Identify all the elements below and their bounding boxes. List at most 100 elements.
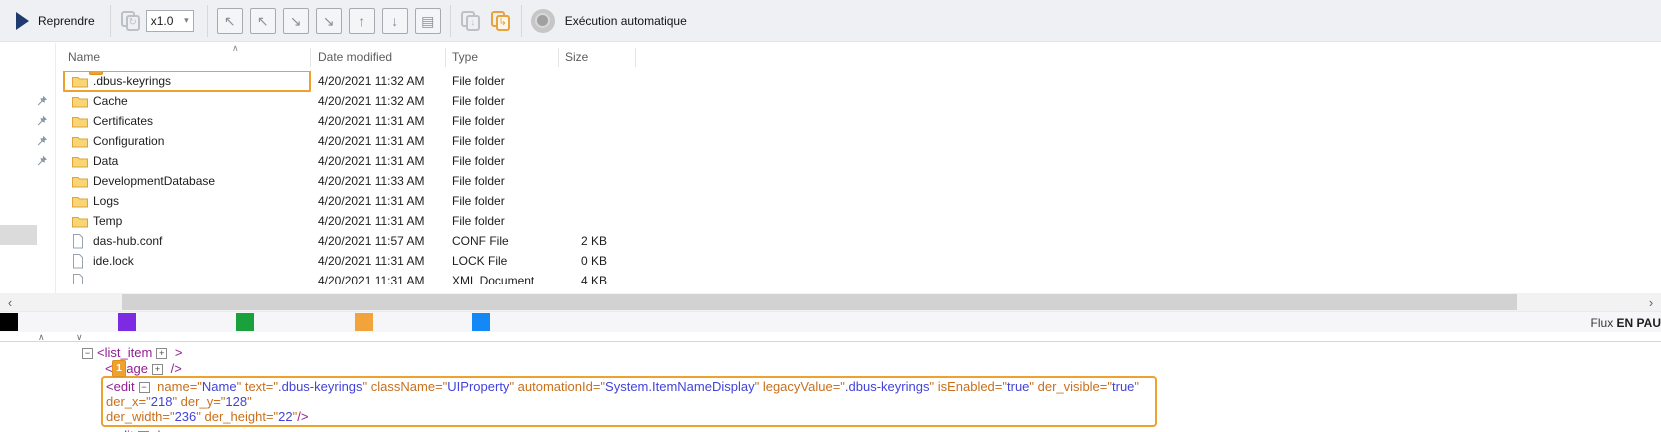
table-row[interactable]: Certificates4/20/2021 11:31 AMFile folde…	[0, 111, 1661, 131]
collapse-toggle-icon[interactable]: −	[82, 348, 93, 359]
pages-redirect-active-icon[interactable]: ↳	[490, 10, 512, 32]
collapse-toggle-icon[interactable]: −	[139, 382, 150, 393]
table-row[interactable]: Cache4/20/2021 11:32 AMFile folder	[0, 91, 1661, 111]
file-date: 4/20/2021 11:32 AM	[318, 74, 452, 88]
column-divider[interactable]	[445, 48, 446, 67]
jump-forward-button[interactable]: ↘	[283, 8, 309, 34]
column-header-name[interactable]: Name	[68, 50, 100, 64]
timeline-marker[interactable]	[236, 313, 254, 331]
file-date: 4/20/2021 11:31 AM	[318, 114, 452, 128]
pin-icon[interactable]	[36, 95, 48, 107]
file-date: 4/20/2021 11:31 AM	[318, 194, 452, 208]
file-type: File folder	[452, 134, 565, 148]
table-row[interactable]: .dbus-keyrings4/20/2021 11:32 AMFile fol…	[0, 71, 1661, 91]
file-type: CONF File	[452, 234, 565, 248]
attr-value: true	[1112, 379, 1134, 394]
folder-icon	[55, 195, 92, 208]
table-row[interactable]: Data4/20/2021 11:31 AMFile folder	[0, 151, 1661, 171]
column-header-size[interactable]: Size	[565, 50, 588, 64]
tree-node[interactable]: <image+ />1	[105, 362, 1661, 376]
left-scrollbar-fragment[interactable]	[0, 225, 37, 245]
file-date: 4/20/2021 11:31 AM	[318, 134, 452, 148]
table-row[interactable]: Temp4/20/2021 11:31 AMFile folder	[0, 211, 1661, 231]
toolbar-separator	[521, 5, 522, 37]
file-icon	[55, 254, 92, 269]
document-icon: ▤	[421, 14, 434, 28]
app-window: Reprendre ↻ x1.0 ▾ ↖ ↖ ↘ ↘ ↑ ↓ ▤ ↓ ↳ Exécution…	[0, 0, 1661, 432]
timeline-marker[interactable]	[355, 313, 373, 331]
expand-toggle-icon[interactable]: +	[156, 348, 167, 359]
tag-close: >	[171, 345, 182, 360]
tag-open: <edit	[105, 428, 134, 432]
tag-close: />	[297, 409, 308, 424]
horizontal-scrollbar[interactable]: ‹ ›	[0, 293, 1661, 311]
table-row[interactable]: Configuration4/20/2021 11:31 AMFile fold…	[0, 131, 1661, 151]
attr-name: name="	[154, 379, 202, 394]
scroll-right-icon[interactable]: ›	[1641, 293, 1661, 311]
scroll-left-icon[interactable]: ‹	[0, 293, 20, 311]
attr-name: text="	[241, 379, 278, 394]
pin-icon[interactable]	[36, 115, 48, 127]
jump-forward-icon: ↘	[290, 14, 302, 28]
jump-back-icon: ↖	[257, 14, 269, 28]
attr-name: automationId="	[514, 379, 605, 394]
toolbar-separator	[450, 5, 451, 37]
pin-icon[interactable]	[36, 155, 48, 167]
file-explorer-pane: ∧ Name Date modified Type Size .dbus-key…	[0, 43, 1661, 293]
column-divider[interactable]	[635, 48, 636, 67]
column-header-date[interactable]: Date modified	[318, 50, 392, 64]
toolbar-separator	[207, 5, 208, 37]
file-size: 0 KB	[565, 254, 617, 268]
table-row[interactable]: 4/20/2021 11:31 AMXML Document4 KB	[0, 271, 1661, 284]
pages-forward-icon[interactable]: ↓	[460, 10, 482, 32]
move-up-button[interactable]: ↑	[349, 8, 375, 34]
resume-button[interactable]: Reprendre	[10, 8, 101, 34]
jump-back-small-button[interactable]: ↖	[217, 8, 243, 34]
tree-node[interactable]: −<list_item + >	[78, 346, 1661, 360]
pin-cell	[0, 135, 55, 147]
tag-close: />	[153, 428, 168, 432]
scrollbar-thumb[interactable]	[122, 294, 1517, 310]
timeline-marker[interactable]	[472, 313, 490, 331]
document-button[interactable]: ▤	[415, 8, 441, 34]
table-row[interactable]: Logs4/20/2021 11:31 AMFile folder	[0, 191, 1661, 211]
sort-ascending-icon: ∧	[232, 43, 239, 54]
highlighted-tree-node[interactable]: <edit− name="Name" text=".dbus-keyrings"…	[101, 376, 1157, 427]
attr-value: .dbus-keyrings	[845, 379, 930, 394]
column-divider[interactable]	[310, 48, 311, 67]
rerun-page-icon[interactable]: ↻	[120, 10, 142, 32]
timeline-marker[interactable]	[118, 313, 136, 331]
file-date: 4/20/2021 11:57 AM	[318, 234, 452, 248]
file-type: File folder	[452, 74, 565, 88]
column-divider[interactable]	[558, 48, 559, 67]
move-down-button[interactable]: ↓	[382, 8, 408, 34]
file-size: 4 KB	[565, 274, 617, 284]
expand-toggle-icon[interactable]: +	[152, 364, 163, 375]
pin-icon[interactable]	[36, 135, 48, 147]
auto-exec-label: Exécution automatique	[565, 14, 687, 28]
table-row[interactable]: das-hub.conf4/20/2021 11:57 AMCONF File2…	[0, 231, 1661, 251]
column-header-type[interactable]: Type	[452, 50, 478, 64]
auto-exec-record-icon[interactable]	[531, 9, 555, 33]
clipped-row[interactable]: 4/20/2021 11:31 AMXML Document4 KB	[0, 271, 1661, 284]
toolbar-separator	[110, 5, 111, 37]
attr-name: className="	[367, 379, 447, 394]
table-row[interactable]: ide.lock4/20/2021 11:31 AMLOCK File0 KB	[0, 251, 1661, 271]
folder-icon	[55, 115, 92, 128]
move-up-icon: ↑	[358, 14, 365, 28]
file-name: Certificates	[92, 114, 318, 128]
file-name: Temp	[92, 214, 318, 228]
tag-open: <list_item	[97, 345, 152, 360]
attr-name: der_height="	[201, 409, 278, 424]
file-name: Configuration	[92, 134, 318, 148]
timeline-marker[interactable]	[0, 313, 18, 331]
file-icon	[55, 234, 92, 249]
jump-forward-alt-button[interactable]: ↘	[316, 8, 342, 34]
jump-back-button[interactable]: ↖	[250, 8, 276, 34]
table-row[interactable]: DevelopmentDatabase4/20/2021 11:33 AMFil…	[0, 171, 1661, 191]
speed-select[interactable]: x1.0 ▾	[146, 10, 194, 32]
file-name: ide.lock	[92, 254, 318, 268]
file-list-body: .dbus-keyrings4/20/2021 11:32 AMFile fol…	[0, 71, 1661, 292]
file-type: File folder	[452, 194, 565, 208]
pin-cell	[0, 115, 55, 127]
